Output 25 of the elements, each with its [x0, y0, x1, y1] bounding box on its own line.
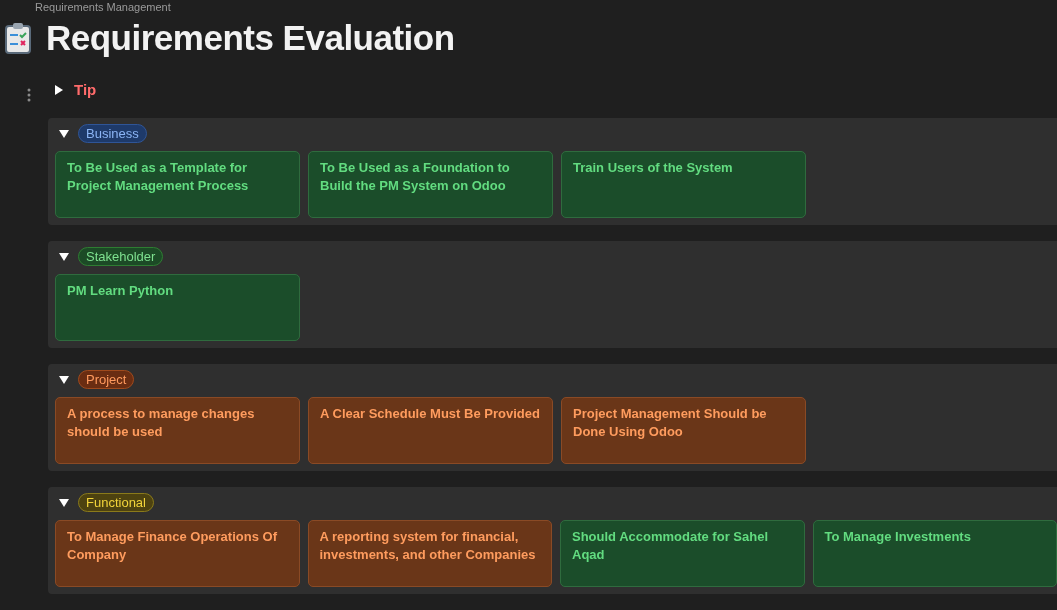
requirement-card[interactable]: A process to manage changes should be used — [55, 397, 300, 464]
toggle-icon[interactable] — [59, 497, 69, 508]
requirement-card[interactable]: To Be Used as a Template for Project Management Process — [55, 151, 300, 218]
clipboard-icon — [4, 22, 32, 54]
page-title: Requirements Evaluation — [46, 16, 455, 59]
requirement-card[interactable]: Project Management Should be Done Using Odoo — [561, 397, 806, 464]
requirement-card[interactable]: Train Users of the System — [561, 151, 806, 218]
requirement-card[interactable]: To Manage Investments — [812, 520, 1057, 587]
toggle-icon[interactable] — [59, 374, 69, 385]
category-tag: Functional — [78, 493, 154, 512]
category-tag: Stakeholder — [78, 247, 164, 266]
tip-toggle[interactable]: Tip — [74, 78, 97, 102]
drag-handle-icon[interactable] — [27, 88, 31, 102]
category-tag: Project — [78, 370, 135, 389]
requirement-card[interactable]: Should Accommodate for Sahel Aqad — [560, 520, 805, 587]
toggle-icon[interactable] — [54, 85, 64, 95]
requirement-card[interactable]: A reporting system for financial, investments, and other Companies — [307, 520, 552, 587]
toggle-icon[interactable] — [59, 251, 69, 262]
category-tag: Business — [78, 124, 147, 143]
breadcrumb[interactable]: Requirements Management — [35, 0, 171, 14]
requirement-card[interactable]: To Be Used as a Foundation to Build the PM System on Odoo — [308, 151, 553, 218]
requirement-card[interactable]: To Manage Finance Operations Of Company — [55, 520, 300, 587]
toggle-icon[interactable] — [59, 128, 69, 139]
requirement-card[interactable]: PM Learn Python — [55, 274, 300, 341]
requirement-card[interactable]: A Clear Schedule Must Be Provided — [308, 397, 553, 464]
